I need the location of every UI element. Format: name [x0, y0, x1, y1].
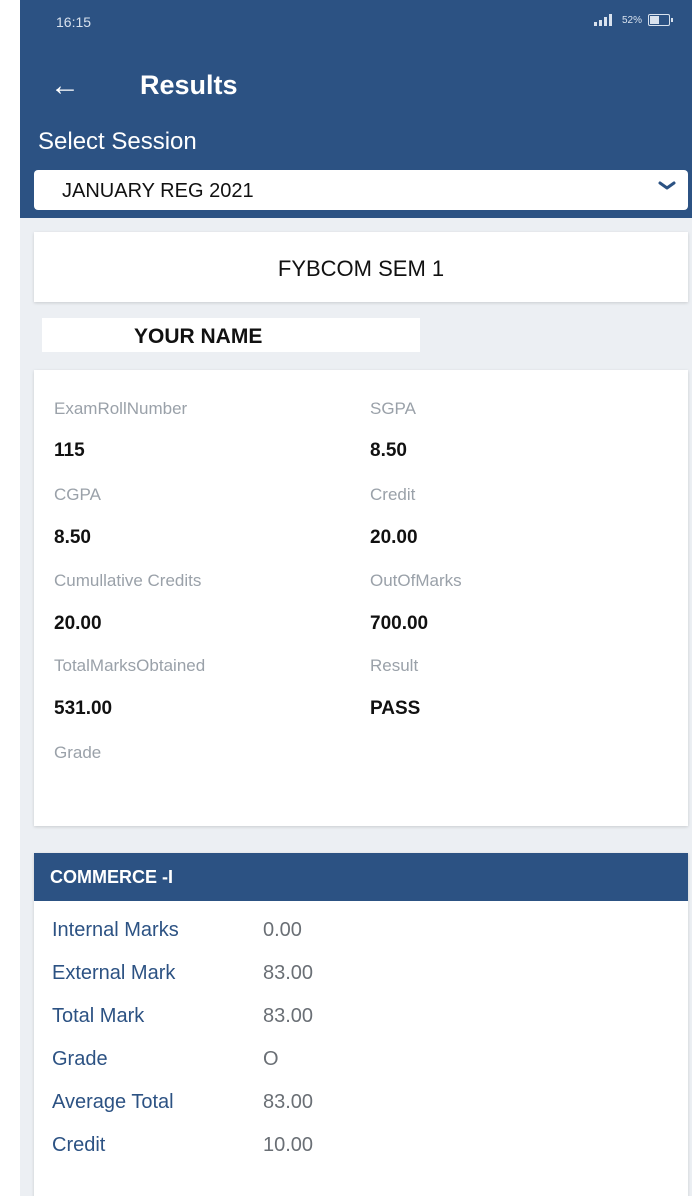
cgpa-value: 8.50 — [54, 527, 91, 548]
average-total-label: Average Total — [52, 1091, 174, 1113]
exam-roll-value: 115 — [54, 440, 85, 461]
total-marks-value: 531.00 — [54, 698, 113, 719]
subject-card: COMMERCE -I Internal Marks 0.00 External… — [34, 853, 688, 1196]
student-name: YOUR NAME — [134, 325, 263, 348]
subject-header: COMMERCE -I — [34, 853, 688, 901]
session-dropdown[interactable]: JANUARY REG 2021 — [34, 170, 688, 210]
battery-icon — [648, 14, 673, 26]
status-icons: 52% — [593, 14, 673, 26]
credit-label: Credit — [370, 485, 416, 504]
subject-credit-value: 10.00 — [263, 1134, 314, 1156]
cumulative-credits-value: 20.00 — [54, 613, 102, 634]
grade-label: Grade — [54, 743, 102, 762]
signal-icon — [593, 14, 616, 26]
exam-roll-label: ExamRollNumber — [54, 399, 188, 418]
result-summary-card: ExamRollNumber 115 SGPA 8.50 CGPA 8.50 C… — [34, 370, 688, 826]
out-of-marks-label: OutOfMarks — [370, 571, 462, 590]
total-mark-value: 83.00 — [263, 1005, 314, 1027]
status-bar: 16:15 52% — [20, 0, 692, 44]
subject-credit-label: Credit — [52, 1134, 106, 1156]
back-button[interactable]: ← — [50, 68, 90, 108]
session-selected-value: JANUARY REG 2021 — [62, 180, 254, 202]
app-header: 16:15 52% ← Results Select Session JANUA… — [20, 0, 692, 218]
average-total-value: 83.00 — [263, 1091, 314, 1113]
total-marks-label: TotalMarksObtained — [54, 656, 206, 675]
course-card: FYBCOM SEM 1 — [34, 232, 688, 302]
result-value: PASS — [370, 698, 421, 719]
course-title: FYBCOM SEM 1 — [277, 256, 445, 281]
sgpa-value: 8.50 — [370, 440, 407, 461]
result-label: Result — [370, 656, 419, 675]
cumulative-credits-label: Cumullative Credits — [54, 571, 202, 590]
sgpa-label: SGPA — [370, 399, 416, 418]
battery-percent: 52% — [621, 14, 642, 26]
external-mark-value: 83.00 — [263, 962, 314, 984]
internal-marks-label: Internal Marks — [52, 919, 179, 941]
subject-grade-value: O — [263, 1048, 279, 1070]
select-session-label: Select Session — [38, 128, 197, 155]
subject-title: COMMERCE -I — [50, 867, 173, 887]
external-mark-label: External Mark — [52, 962, 176, 984]
internal-marks-value: 0.00 — [263, 919, 302, 941]
page-title: Results — [140, 70, 238, 100]
student-name-box: YOUR NAME — [42, 318, 420, 352]
back-arrow-icon: ← — [50, 69, 80, 102]
out-of-marks-value: 700.00 — [370, 613, 429, 634]
chevron-down-icon — [658, 181, 676, 190]
results-screen: 16:15 52% ← Results Select Session JANUA… — [20, 0, 692, 1196]
status-time: 16:15 — [56, 14, 92, 30]
subject-grade-label: Grade — [52, 1048, 108, 1070]
total-mark-label: Total Mark — [52, 1005, 145, 1027]
credit-value: 20.00 — [370, 527, 418, 548]
cgpa-label: CGPA — [54, 485, 101, 504]
